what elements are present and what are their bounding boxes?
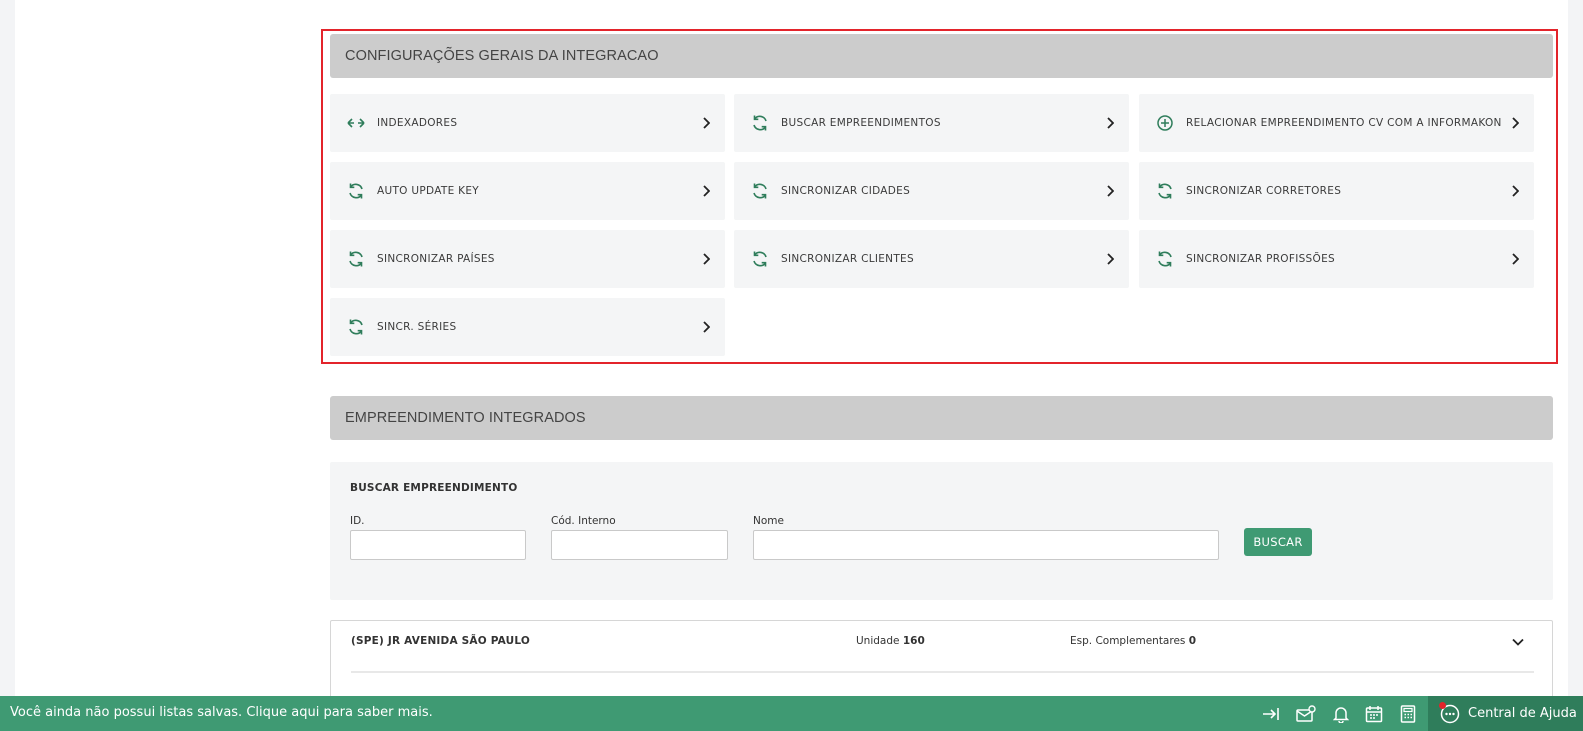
chevron-right-icon [1510,185,1520,197]
chevron-down-icon[interactable] [1511,635,1525,649]
chevron-right-icon [701,253,711,265]
card-sincronizar-clientes[interactable]: SINCRONIZAR CLIENTES [734,230,1129,288]
card-label: RELACIONAR EMPREENDIMENTO CV COM A INFOR… [1186,117,1502,129]
card-indexadores[interactable]: INDEXADORES [330,94,725,152]
card-label: SINCR. SÉRIES [377,321,457,333]
mail-settings-icon[interactable] [1295,703,1317,725]
card-label: SINCRONIZAR PROFISSÕES [1186,253,1335,265]
nome-label: Nome [753,515,784,527]
card-sincronizar-paises[interactable]: SINCRONIZAR PAÍSES [330,230,725,288]
chevron-right-icon [701,185,711,197]
search-panel: BUSCAR EMPREENDIMENTO ID. Cód. Interno N… [330,462,1553,600]
plus-circle-icon [1154,112,1176,134]
codigo-interno-label: Cód. Interno [551,515,616,527]
id-input[interactable] [350,530,526,560]
chevron-right-icon [701,321,711,333]
sync-icon [1154,180,1176,202]
sync-icon [345,316,367,338]
card-label: SINCRONIZAR CORRETORES [1186,185,1342,197]
card-sincronizar-cidades[interactable]: SINCRONIZAR CIDADES [734,162,1129,220]
unidade-label: Unidade [856,635,900,647]
chevron-right-icon [1105,253,1115,265]
sync-icon [345,180,367,202]
nome-input[interactable] [753,530,1219,560]
notification-dot [1439,701,1446,709]
chevron-right-icon [1105,185,1115,197]
chat-help-icon [1439,701,1460,724]
id-label: ID. [350,515,365,527]
help-center-label: Central de Ajuda [1468,706,1577,721]
card-buscar-empreendimentos[interactable]: BUSCAR EMPREENDIMENTOS [734,94,1129,152]
chevron-right-icon [701,117,711,129]
card-label: BUSCAR EMPREENDIMENTOS [781,117,941,129]
chevron-right-icon [1510,253,1520,265]
sync-icon [749,180,771,202]
card-label: INDEXADORES [377,117,458,129]
card-relacionar-empreendimento[interactable]: RELACIONAR EMPREENDIMENTO CV COM A INFOR… [1139,94,1534,152]
buscar-button[interactable]: BUSCAR [1244,528,1312,556]
card-label: AUTO UPDATE KEY [377,185,479,197]
result-row[interactable]: (SPE) JR AVENIDA SÃO PAULO Unidade 160 E… [330,620,1553,700]
card-sincr-series[interactable]: SINCR. SÉRIES [330,298,725,356]
saved-lists-message[interactable]: Você ainda não possui listas salvas. Cli… [10,705,433,720]
collapse-arrow-icon[interactable] [1260,703,1282,725]
chevron-right-icon [1510,117,1520,129]
card-label: SINCRONIZAR CLIENTES [781,253,914,265]
card-label: SINCRONIZAR CIDADES [781,185,911,197]
result-divider [351,671,1534,673]
arrows-horizontal-icon [345,112,367,134]
bell-icon[interactable] [1330,703,1352,725]
bottom-bar: Você ainda não possui listas salvas. Cli… [0,696,1583,731]
card-sincronizar-corretores[interactable]: SINCRONIZAR CORRETORES [1139,162,1534,220]
esp-value: 0 [1188,635,1197,647]
card-auto-update-key[interactable]: AUTO UPDATE KEY [330,162,725,220]
sync-icon [1154,248,1176,270]
search-title: BUSCAR EMPREENDIMENTO [350,482,518,494]
codigo-interno-input[interactable] [551,530,728,560]
help-center-button[interactable]: Central de Ajuda [1428,696,1583,731]
sync-icon [749,248,771,270]
integrated-section-title: EMPREENDIMENTO INTEGRADOS [345,410,586,426]
sync-icon [345,248,367,270]
chevron-right-icon [1105,117,1115,129]
calendar-icon[interactable] [1363,703,1385,725]
result-unidade: Unidade 160 [856,635,925,647]
calculator-icon[interactable] [1397,703,1419,725]
unidade-value: 160 [902,635,925,647]
card-label: SINCRONIZAR PAÍSES [377,253,495,265]
esp-label: Esp. Complementares [1070,635,1186,647]
result-esp-complementares: Esp. Complementares 0 [1070,635,1196,647]
integrated-section-header: EMPREENDIMENTO INTEGRADOS [330,396,1553,440]
card-sincronizar-profissoes[interactable]: SINCRONIZAR PROFISSÕES [1139,230,1534,288]
result-name: (SPE) JR AVENIDA SÃO PAULO [351,635,531,647]
sync-icon [749,112,771,134]
